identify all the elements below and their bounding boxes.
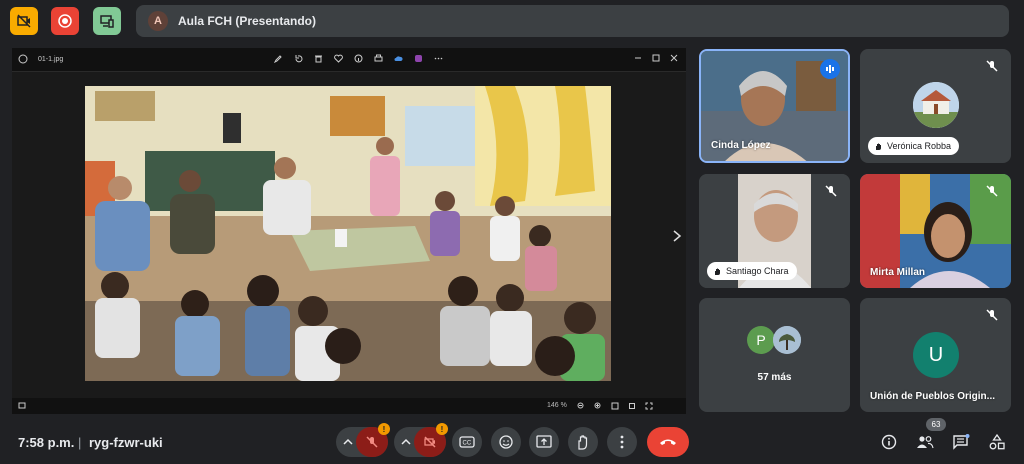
meeting-details-button[interactable] <box>876 429 902 455</box>
captions-icon: CC <box>459 436 475 448</box>
viewer-status-bar: 146 % <box>12 398 686 414</box>
presenter-banner[interactable]: A Aula FCH (Presentando) <box>136 5 1009 37</box>
mic-off-icon <box>986 309 998 321</box>
participant-name: Mirta Millan <box>870 267 926 278</box>
reactions-button[interactable] <box>491 427 521 457</box>
people-icon <box>917 436 934 449</box>
print-icon[interactable] <box>374 54 383 63</box>
participant-name-pill: Verónica Robba <box>868 137 960 155</box>
zoom-out-icon[interactable] <box>577 402 585 410</box>
maximize-icon[interactable] <box>652 54 660 62</box>
actual-size-icon[interactable] <box>628 402 636 410</box>
camera-control: ! <box>394 423 448 457</box>
raise-hand-button[interactable] <box>568 427 598 457</box>
fullscreen-icon[interactable] <box>645 402 653 410</box>
camera-off-icon <box>424 436 436 448</box>
close-icon[interactable] <box>670 54 678 62</box>
avatar <box>773 326 801 354</box>
mic-off-button[interactable]: ! <box>356 423 390 457</box>
hand-icon <box>715 268 720 275</box>
next-arrow-icon[interactable] <box>672 229 682 243</box>
participant-name: Unión de Pueblos Origin... <box>870 391 996 402</box>
avatar: U <box>913 332 959 378</box>
cast-devices-icon[interactable] <box>93 7 121 35</box>
record-icon[interactable] <box>51 7 79 35</box>
heart-icon[interactable] <box>334 54 343 63</box>
emoji-icon <box>499 435 513 449</box>
chat-icon <box>953 434 970 450</box>
warning-badge: ! <box>436 423 448 435</box>
participant-tile[interactable]: U Unión de Pueblos Origin... <box>860 298 1011 412</box>
activities-button[interactable] <box>984 429 1010 455</box>
avatar: P <box>747 326 775 354</box>
more-icon[interactable] <box>434 54 443 63</box>
participant-name: Verónica Robba <box>887 141 952 151</box>
participant-name: Santiago Chara <box>726 266 789 276</box>
slideshow-icon[interactable] <box>18 402 26 410</box>
fit-icon[interactable] <box>611 402 619 410</box>
more-options-button[interactable] <box>607 427 637 457</box>
cloud-icon[interactable] <box>394 54 403 63</box>
svg-text:CC: CC <box>463 441 472 447</box>
mic-off-icon <box>366 436 378 448</box>
hang-up-icon <box>660 439 676 445</box>
participant-name-pill: Santiago Chara <box>707 262 797 280</box>
hand-icon <box>578 435 588 450</box>
more-participants-label: 57 más <box>757 372 792 383</box>
mic-off-icon <box>986 60 998 72</box>
camera-off-button[interactable]: ! <box>414 423 448 457</box>
present-button[interactable] <box>529 427 559 457</box>
mic-control: ! <box>336 423 390 457</box>
zoom-value: 146 % <box>547 402 567 409</box>
participant-tile[interactable]: Mirta Millan <box>860 174 1011 288</box>
presenter-avatar: A <box>148 11 168 31</box>
photo-viewer-toolbar: 01-1.jpg <box>12 48 686 72</box>
bottom-bar: 7:58 p.m. | ryg-fzwr-uki ! ! CC <box>0 420 1024 464</box>
classroom-photo <box>85 86 611 381</box>
people-button[interactable] <box>912 429 938 455</box>
minimize-icon[interactable] <box>634 54 642 62</box>
participant-tile[interactable]: Santiago Chara <box>699 174 850 288</box>
chat-button[interactable] <box>948 429 974 455</box>
viewer-app-icon <box>18 54 28 64</box>
warning-badge: ! <box>378 423 390 435</box>
camera-off-icon[interactable] <box>10 7 38 35</box>
leave-call-button[interactable] <box>647 427 689 457</box>
delete-icon[interactable] <box>314 54 323 63</box>
file-name: 01-1.jpg <box>38 56 64 63</box>
participant-tile[interactable]: Verónica Robba <box>860 49 1011 163</box>
separator: | <box>78 435 82 450</box>
more-participants-tile[interactable]: P 57 más <box>699 298 850 412</box>
captions-button[interactable]: CC <box>452 427 482 457</box>
zoom-in-icon[interactable] <box>594 402 602 410</box>
avatar <box>913 82 959 128</box>
info-icon <box>881 434 897 450</box>
participant-tile[interactable]: Cinda López <box>699 49 850 163</box>
top-bar: A Aula FCH (Presentando) <box>0 0 1024 44</box>
participants-count-badge: 63 <box>926 418 946 431</box>
mic-off-icon <box>986 185 998 197</box>
presenter-label: Aula FCH (Presentando) <box>178 14 317 28</box>
chevron-up-icon[interactable] <box>343 438 353 446</box>
activities-icon <box>989 434 1005 450</box>
chevron-up-icon[interactable] <box>401 438 411 446</box>
speaking-indicator-icon <box>820 59 840 79</box>
mic-off-icon <box>825 185 837 197</box>
meeting-code[interactable]: ryg-fzwr-uki <box>89 435 163 450</box>
app-icon[interactable] <box>414 54 423 63</box>
present-screen-icon <box>536 435 552 448</box>
participant-name: Cinda López <box>711 140 771 151</box>
info-icon[interactable] <box>354 54 363 63</box>
hand-icon <box>876 143 881 150</box>
shared-screen: 01-1.jpg 146 % <box>12 48 686 414</box>
clock: 7:58 p.m. <box>18 435 75 450</box>
more-vert-icon <box>620 435 624 449</box>
rotate-icon[interactable] <box>294 54 303 63</box>
edit-icon[interactable] <box>274 54 283 63</box>
